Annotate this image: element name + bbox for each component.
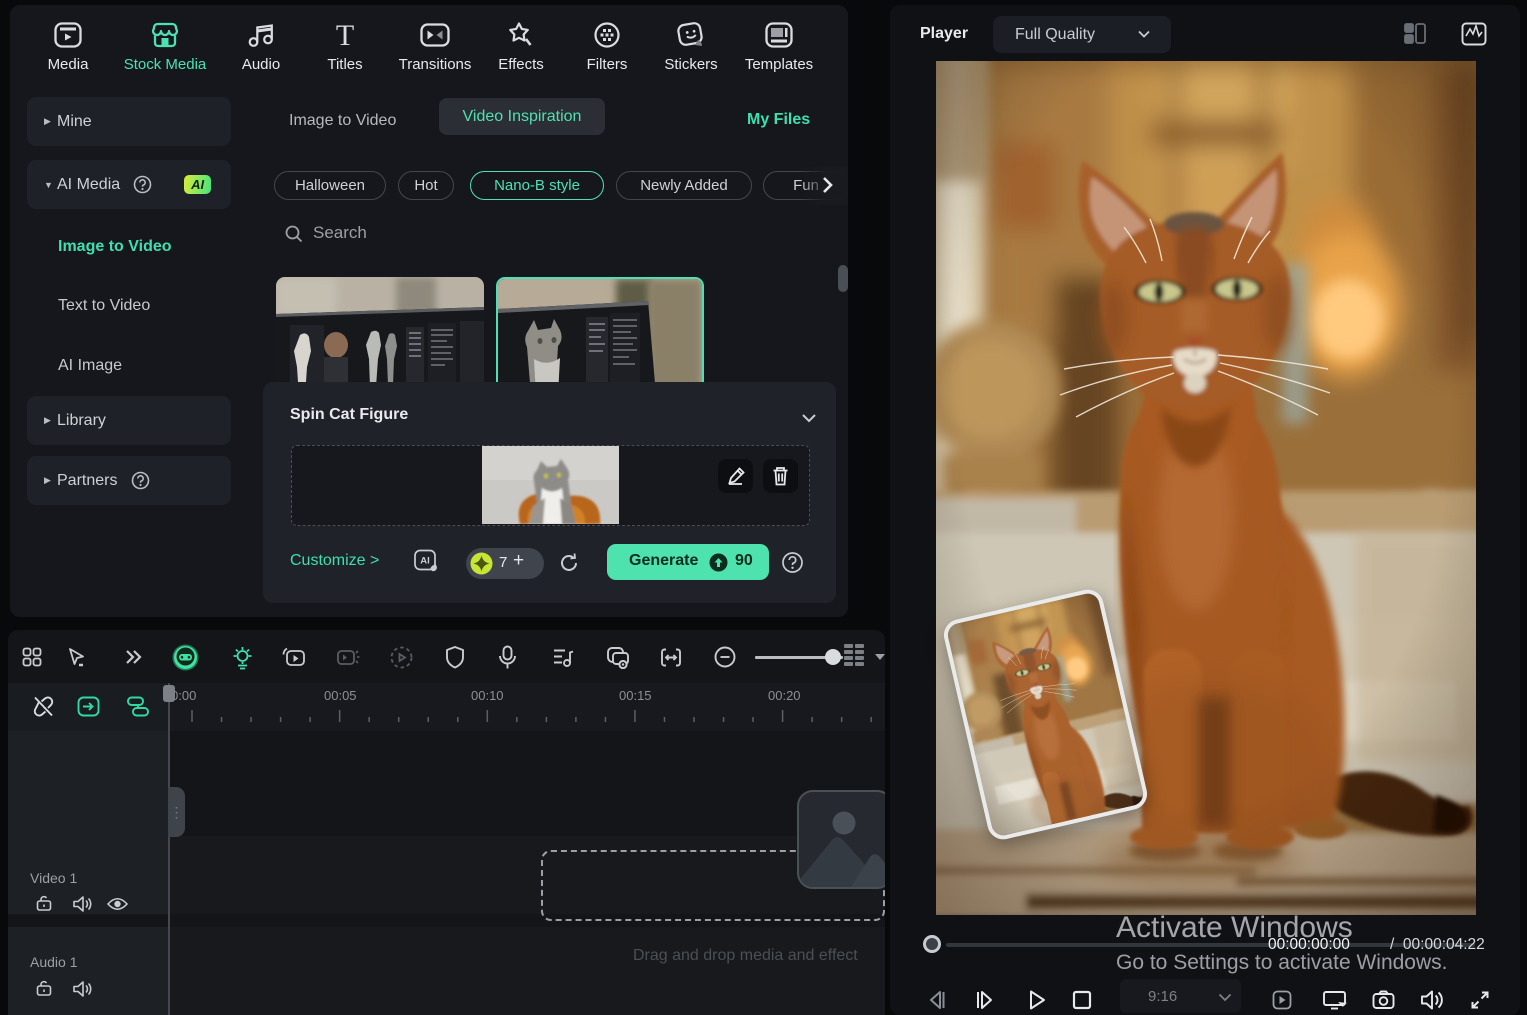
svg-text:T: T [336, 20, 354, 50]
svg-text:AI: AI [420, 556, 430, 567]
